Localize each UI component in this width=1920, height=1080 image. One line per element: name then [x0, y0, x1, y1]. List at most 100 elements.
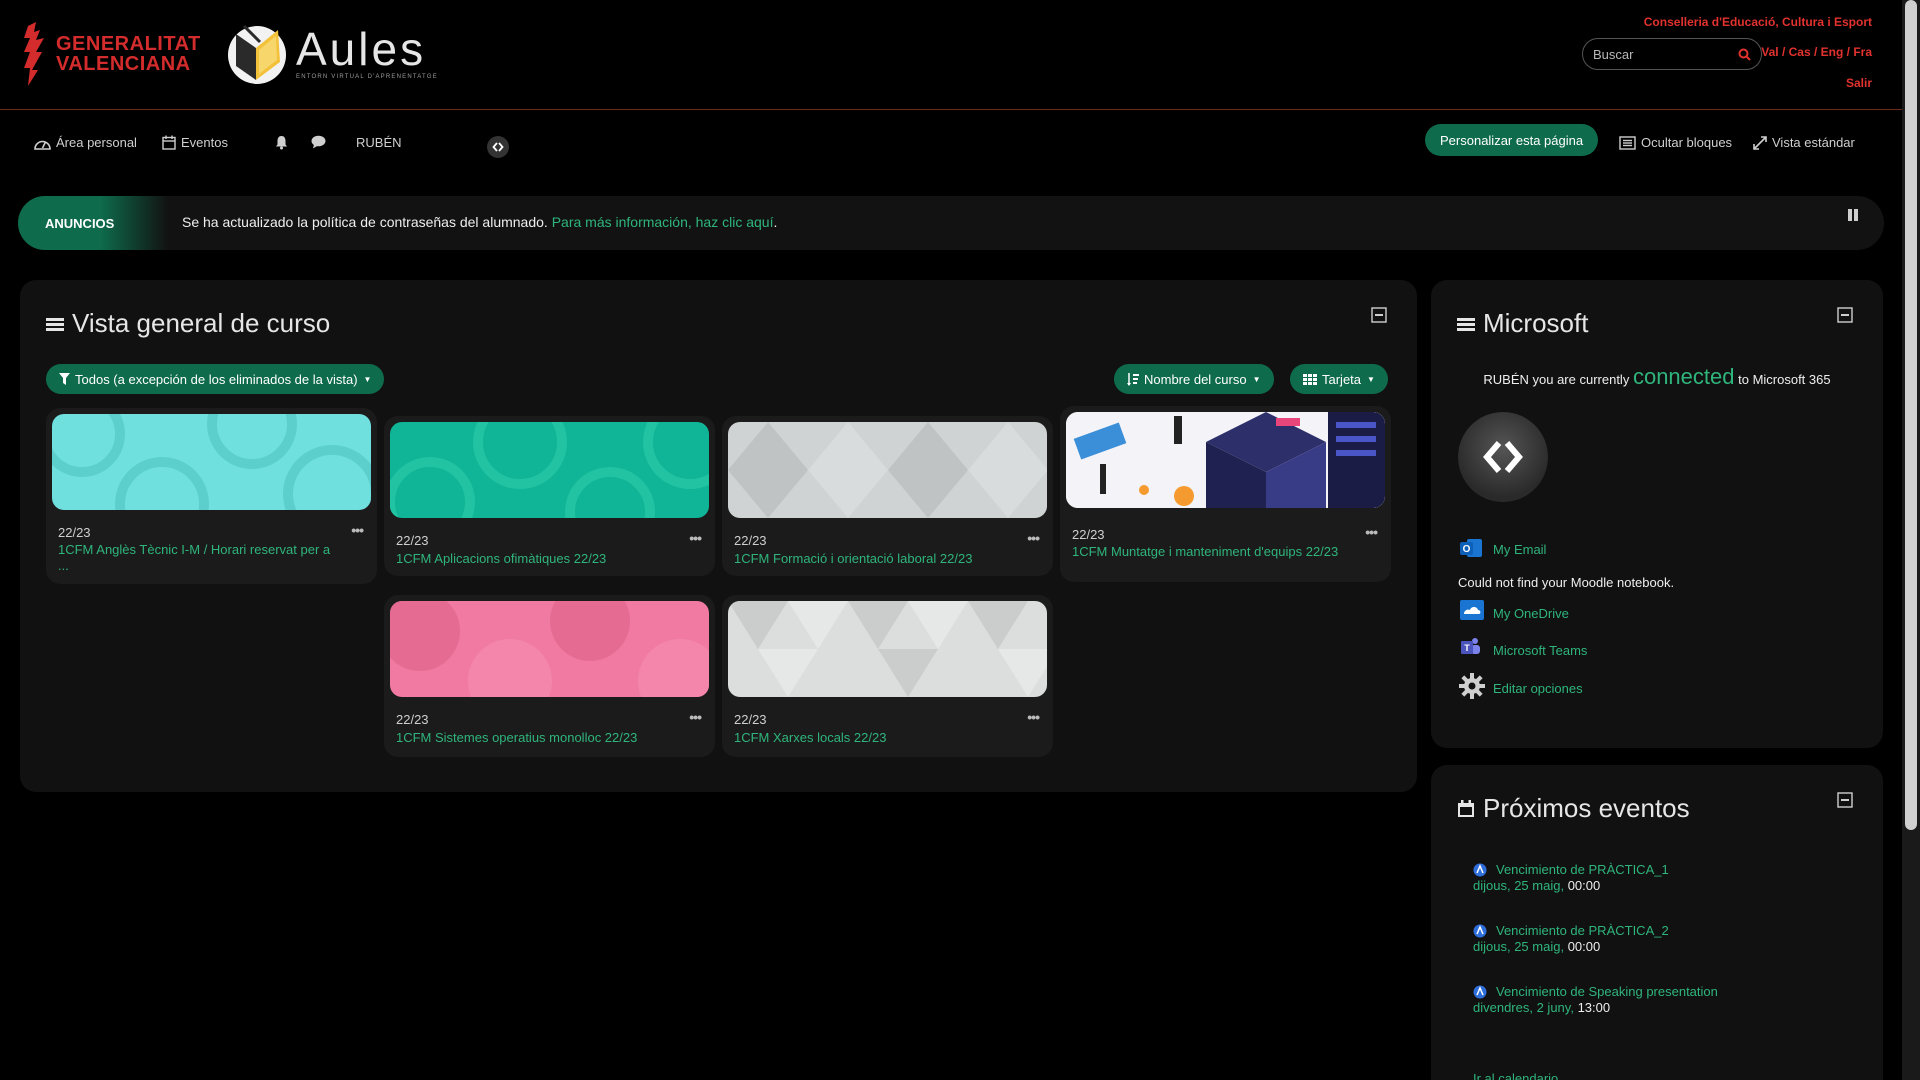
page-scrollbar[interactable] [1902, 0, 1920, 1080]
nav-eventos[interactable]: Eventos [162, 135, 228, 150]
language-selector[interactable]: Val / Cas / Eng / Fra [1761, 45, 1872, 59]
edit-options-link[interactable]: Editar opciones [1493, 681, 1583, 696]
course-name-link[interactable]: 1CFM Xarxes locals 22/23 [734, 730, 1014, 746]
aules-book-icon [228, 24, 286, 84]
announcement-tag: ANUNCIOS [18, 196, 168, 250]
more-options-icon[interactable]: ••• [689, 530, 702, 546]
course-image[interactable] [390, 422, 709, 518]
hide-blocks-button[interactable]: Ocultar bloques [1619, 135, 1732, 150]
more-options-icon[interactable]: ••• [1365, 524, 1378, 540]
event-date-link[interactable]: divendres, 2 juny [1473, 1000, 1570, 1015]
view-dropdown[interactable]: Tarjeta ▼ [1290, 364, 1388, 394]
course-card[interactable]: 22/23 ••• 1CFM Xarxes locals 22/23 [722, 595, 1053, 757]
microsoft-block: Microsoft RUBÉN you are currently connec… [1431, 280, 1883, 748]
search-icon[interactable] [1738, 48, 1751, 61]
more-options-icon[interactable]: ••• [689, 709, 702, 725]
upcoming-events-block: Próximos eventos Vencimiento de PRÀCTICA… [1431, 765, 1883, 1080]
chevron-down-icon: ▼ [1367, 374, 1375, 384]
microsoft-title: Microsoft [1457, 308, 1588, 339]
code-icon [1483, 441, 1523, 473]
onedrive-icon [1460, 600, 1484, 620]
svg-text:T: T [1464, 643, 1470, 653]
event-link[interactable]: Vencimiento de Speaking presentation [1496, 984, 1718, 999]
course-term: 22/23 [734, 533, 767, 548]
conselleria-link[interactable]: Conselleria d'Educació, Cultura i Esport [1644, 15, 1872, 29]
announcement-link[interactable]: Para más información, haz clic aquí [552, 214, 774, 230]
aules-logo[interactable]: Aules ENTORN VIRTUAL D'APRENENTATGE [226, 20, 438, 86]
sort-dropdown[interactable]: Nombre del curso ▼ [1114, 364, 1274, 394]
menu-icon[interactable] [1457, 316, 1475, 332]
gva-line2: VALENCIANA [56, 53, 191, 75]
events-title-text: Próximos eventos [1483, 793, 1690, 823]
status-connected: connected [1632, 364, 1735, 389]
avatar-code-icon [492, 142, 504, 152]
course-card[interactable]: 22/23 ••• 1CFM Formació i orientació lab… [722, 416, 1053, 576]
course-term: 22/23 [1072, 527, 1105, 542]
filter-dropdown[interactable]: Todos (a excepción de los eliminados de … [46, 364, 385, 394]
more-options-icon[interactable]: ••• [1027, 709, 1040, 725]
status-pre: RUBÉN you are currently [1483, 372, 1630, 387]
more-options-icon[interactable]: ••• [351, 522, 364, 538]
menu-icon[interactable] [46, 316, 64, 332]
course-image[interactable] [728, 601, 1047, 697]
course-name-link[interactable]: 1CFM Muntatge i manteniment d'equips 22/… [1072, 544, 1352, 560]
my-email-link[interactable]: My Email [1493, 542, 1546, 557]
personalize-page-button[interactable]: Personalizar esta página [1425, 124, 1599, 156]
scrollbar-thumb[interactable] [1905, 0, 1917, 830]
course-term: 22/23 [396, 533, 429, 548]
course-image[interactable] [52, 414, 371, 510]
notifications-button[interactable] [275, 135, 293, 150]
more-options-icon[interactable]: ••• [1027, 530, 1040, 546]
pause-icon[interactable] [1846, 208, 1860, 222]
collapse-icon[interactable] [1371, 307, 1387, 323]
course-name-link[interactable]: 1CFM Anglès Tècnic I-M / Horari reservat… [58, 542, 338, 574]
calendar-link[interactable]: Ir al calendario [1473, 1071, 1558, 1080]
event-time: 13:00 [1577, 1000, 1611, 1015]
event-link[interactable]: Vencimiento de PRÀCTICA_1 [1496, 862, 1669, 877]
generalitat-wordmark: GENERALITAT VALENCIANA [56, 34, 201, 74]
course-card[interactable]: 22/23 ••• 1CFM Sistemes operatius monoll… [384, 595, 715, 757]
course-overview-title: Vista general de curso [46, 308, 330, 339]
my-onedrive-link[interactable]: My OneDrive [1493, 606, 1569, 621]
course-name-link[interactable]: 1CFM Aplicacions ofimàtiques 22/23 [396, 551, 676, 567]
filter-label: Todos (a excepción de los eliminados de … [75, 371, 358, 387]
gva-line1: GENERALITAT [56, 33, 201, 55]
event-time: 00:00 [1567, 878, 1601, 893]
microsoft-teams-link[interactable]: Microsoft Teams [1493, 643, 1587, 658]
course-overview-block: Vista general de curso Todos (a excepció… [20, 280, 1417, 792]
collapse-icon[interactable] [1837, 792, 1853, 808]
search-input[interactable] [1593, 46, 1733, 62]
messages-button[interactable] [311, 135, 331, 149]
course-name-link[interactable]: 1CFM Sistemes operatius monolloc 22/23 [396, 730, 676, 746]
logout-link[interactable]: Salir [1846, 76, 1872, 90]
event-date: dijous, 25 maig, 00:00 [1473, 939, 1601, 954]
pattern-image [52, 414, 371, 510]
nav-area-personal[interactable]: Área personal [34, 135, 137, 150]
aules-title: Aules [296, 23, 427, 75]
search-box [1582, 38, 1762, 70]
assignment-icon [1473, 863, 1487, 877]
collapse-icon[interactable] [1837, 307, 1853, 323]
user-name: RUBÉN [356, 135, 402, 150]
course-image[interactable] [1066, 412, 1385, 508]
user-menu[interactable]: RUBÉN [356, 135, 402, 150]
course-card[interactable]: 22/23 ••• 1CFM Muntatge i manteniment d'… [1060, 406, 1391, 582]
course-card[interactable]: 22/23 ••• 1CFM Anglès Tècnic I-M / Horar… [46, 408, 377, 584]
course-card[interactable]: 22/23 ••• 1CFM Aplicacions ofimàtiques 2… [384, 416, 715, 576]
connection-status: RUBÉN you are currently connected to Mic… [1431, 364, 1883, 390]
user-avatar[interactable] [487, 136, 509, 158]
course-image[interactable] [390, 601, 709, 697]
event-date-link[interactable]: dijous, 25 maig [1473, 939, 1560, 954]
course-term: 22/23 [734, 712, 767, 727]
course-term: 22/23 [396, 712, 429, 727]
course-name-link[interactable]: 1CFM Formació i orientació laboral 22/23 [734, 551, 1014, 567]
user-avatar-large [1458, 412, 1548, 502]
course-overview-title-text: Vista general de curso [72, 308, 331, 338]
announcement-end: . [773, 214, 778, 230]
course-image[interactable] [728, 422, 1047, 518]
event-date-link[interactable]: dijous, 25 maig [1473, 878, 1560, 893]
generalitat-logo[interactable]: GENERALITAT VALENCIANA [22, 22, 201, 86]
grid-icon [1303, 373, 1317, 385]
event-link[interactable]: Vencimiento de PRÀCTICA_2 [1496, 923, 1669, 938]
standard-view-button[interactable]: Vista estándar [1753, 135, 1855, 150]
